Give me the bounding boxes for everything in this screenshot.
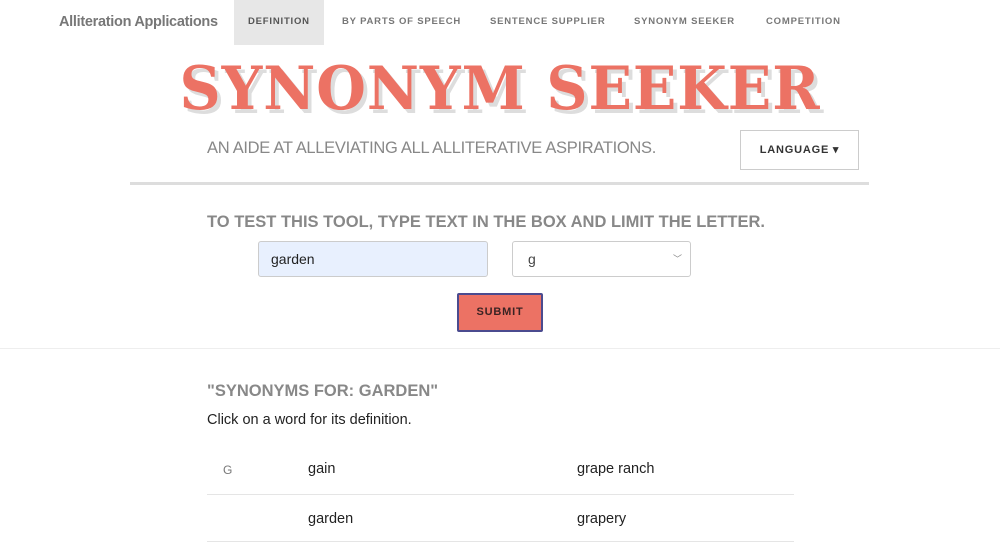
row-letter: G	[223, 463, 233, 477]
nav-definition[interactable]: DEFINITION	[234, 0, 324, 45]
language-dropdown-button[interactable]: LANGUAGE ▾	[740, 130, 859, 170]
text-input[interactable]: garden	[258, 241, 488, 277]
synonym-link[interactable]: grape ranch	[577, 461, 654, 477]
nav-sentence-supplier[interactable]: SENTENCE SUPPLIER	[476, 0, 619, 45]
table-row: garden grapery	[207, 495, 794, 542]
results-hint: Click on a word for its definition.	[207, 412, 412, 428]
divider	[0, 348, 1000, 349]
tagline: AN AIDE AT ALLEVIATING ALL ALLITERATIVE …	[207, 139, 657, 157]
table-row: G gain grape ranch	[207, 448, 794, 495]
synonym-link[interactable]: grapery	[577, 511, 626, 527]
top-navbar: Alliteration Applications DEFINITION BY …	[0, 0, 1000, 45]
divider	[130, 182, 869, 185]
results-heading: "SYNONYMS FOR: GARDEN"	[207, 382, 439, 400]
synonym-link[interactable]: gain	[308, 461, 335, 477]
chevron-down-icon: ﹀	[672, 254, 682, 264]
submit-button[interactable]: SUBMIT	[457, 293, 543, 332]
letter-select[interactable]: g ﹀	[512, 241, 691, 277]
page-title: SYNONYM SEEKER	[179, 54, 821, 124]
brand-link[interactable]: Alliteration Applications	[59, 14, 218, 30]
nav-competition[interactable]: COMPETITION	[752, 0, 855, 45]
letter-select-value: g	[528, 251, 536, 267]
synonym-link[interactable]: garden	[308, 511, 353, 527]
nav-synonym-seeker[interactable]: SYNONYM SEEKER	[620, 0, 749, 45]
instructions: TO TEST THIS TOOL, TYPE TEXT IN THE BOX …	[207, 213, 765, 231]
nav-by-parts-of-speech[interactable]: BY PARTS OF SPEECH	[328, 0, 475, 45]
